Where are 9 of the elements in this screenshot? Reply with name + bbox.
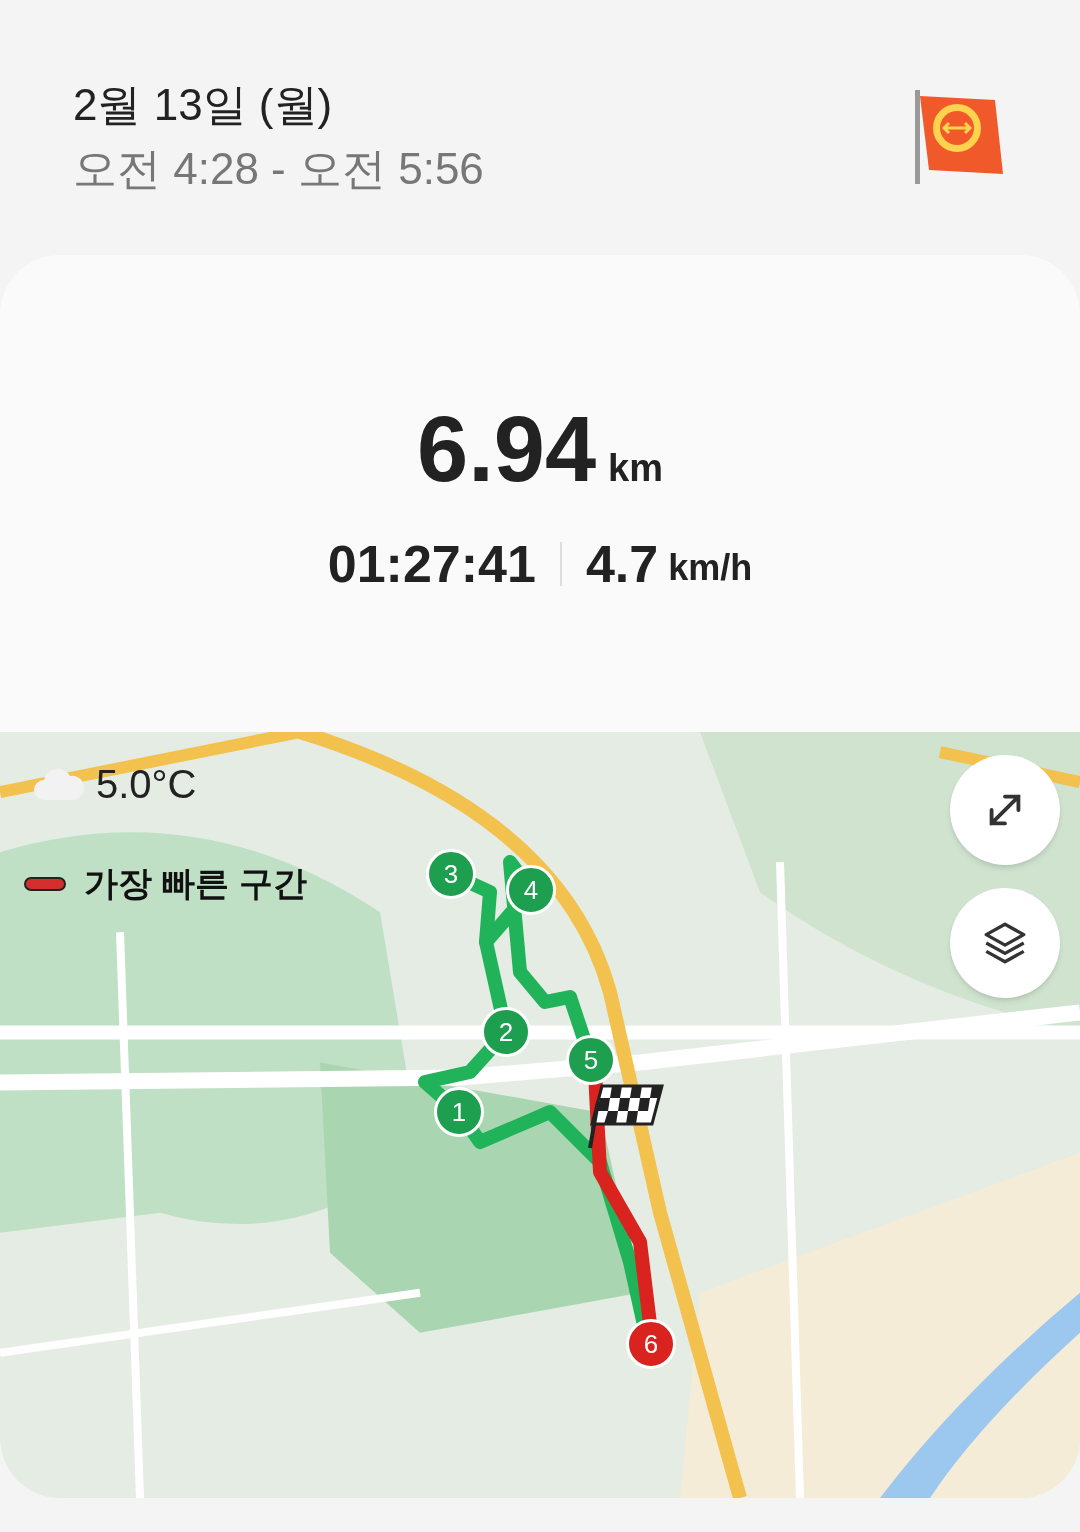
date-text: 2월 13일 (월) [73, 79, 334, 131]
duration-value: 01:27:41 [327, 534, 536, 595]
speed-value: 4.7 [585, 534, 659, 595]
temperature-text: 5.0°C [96, 761, 197, 808]
speed-unit: km/h [668, 546, 753, 590]
distance-unit: km [608, 446, 663, 491]
legend-label: 가장 빠른 구간 [84, 863, 307, 904]
distance-value: 6.94 [417, 403, 597, 495]
time-range-text: 오전 4:28 - 오전 5:56 [73, 143, 484, 195]
